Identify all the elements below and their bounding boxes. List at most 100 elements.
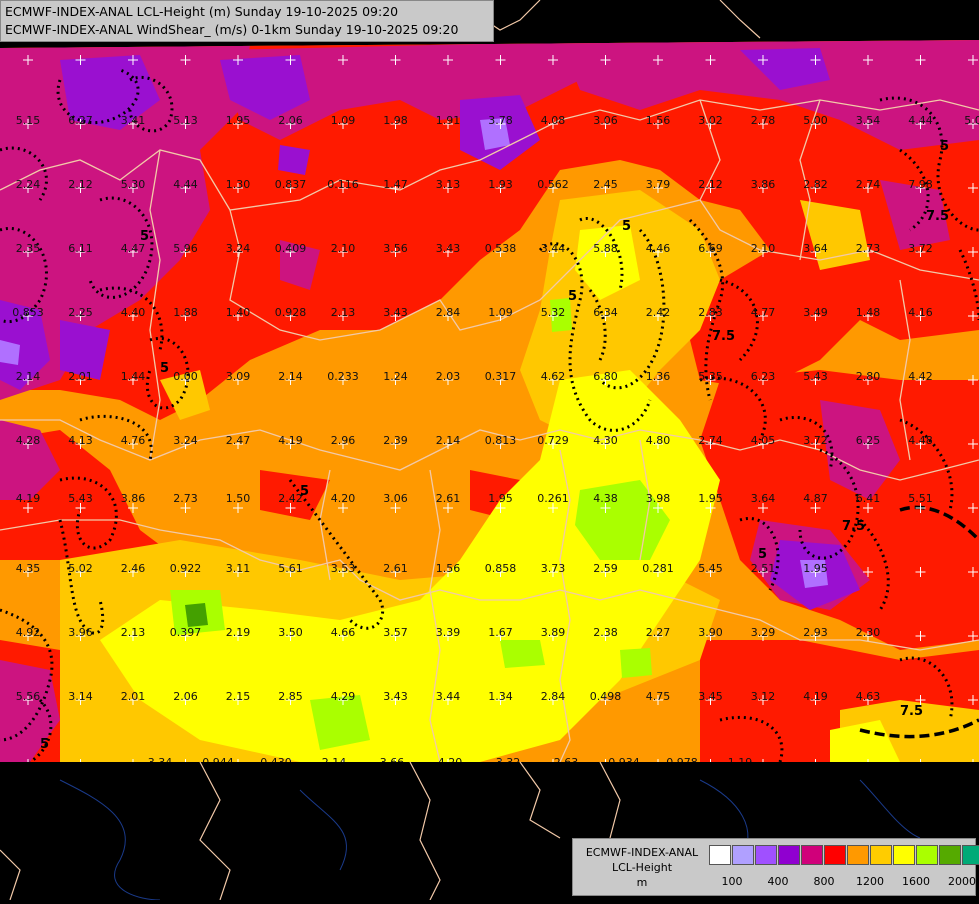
legend-unit: m bbox=[636, 876, 648, 889]
windshear-value: 5.0 bbox=[964, 114, 979, 127]
windshear-value: 3.96 bbox=[68, 626, 93, 639]
windshear-value: 4.19 bbox=[278, 434, 303, 447]
legend-swatch bbox=[755, 845, 777, 865]
windshear-value: 4.44 bbox=[908, 114, 933, 127]
windshear-value: 3.13 bbox=[436, 178, 461, 191]
field-dark-green bbox=[185, 603, 208, 627]
windshear-value: 1.56 bbox=[436, 562, 461, 575]
windshear-value: 2.06 bbox=[173, 690, 198, 703]
windshear-value: 3.24 bbox=[173, 434, 198, 447]
windshear-value: 2.01 bbox=[121, 690, 146, 703]
windshear-value: 0.261 bbox=[537, 492, 569, 505]
windshear-value: 4.05 bbox=[751, 434, 776, 447]
windshear-value: 4.47 bbox=[121, 242, 146, 255]
windshear-value: 5.32 bbox=[541, 306, 566, 319]
legend-swatch bbox=[732, 845, 754, 865]
windshear-value: 1.95 bbox=[698, 492, 723, 505]
legend-swatch bbox=[962, 845, 979, 865]
windshear-value: 2.73 bbox=[173, 492, 198, 505]
title-line-windshear: ECMWF-INDEX-ANAL WindShear_ (m/s) 0-1km … bbox=[5, 22, 459, 37]
contour-label: 5 bbox=[568, 289, 577, 304]
legend-tick: 100 bbox=[721, 875, 743, 888]
windshear-value: 7.98 bbox=[908, 178, 933, 191]
legend-variable: LCL-Height bbox=[611, 861, 673, 874]
windshear-value: 5.00 bbox=[803, 114, 828, 127]
windshear-value: 2.74 bbox=[698, 434, 723, 447]
windshear-value: 2.27 bbox=[646, 626, 671, 639]
windshear-value: 4.48 bbox=[908, 434, 933, 447]
contour-label: 7.5 bbox=[926, 209, 949, 224]
windshear-value: 2.61 bbox=[436, 492, 461, 505]
windshear-value: 3.56 bbox=[383, 242, 408, 255]
windshear-value: 4.46 bbox=[646, 242, 671, 255]
windshear-value: 1.34 bbox=[488, 690, 513, 703]
windshear-value: 4.92 bbox=[16, 626, 41, 639]
windshear-value: 3.49 bbox=[803, 306, 828, 319]
windshear-value: 2.12 bbox=[698, 178, 723, 191]
windshear-value: 3.72 bbox=[908, 242, 933, 255]
windshear-value: 2.03 bbox=[436, 370, 461, 383]
windshear-value: 2.46 bbox=[121, 562, 146, 575]
windshear-value: 4.16 bbox=[908, 306, 933, 319]
windshear-value: 5.61 bbox=[278, 562, 303, 575]
windshear-value: 0.858 bbox=[485, 562, 517, 575]
windshear-value: 4.29 bbox=[331, 690, 356, 703]
windshear-value: 1.95 bbox=[226, 114, 251, 127]
windshear-value: 4.76 bbox=[121, 434, 146, 447]
windshear-value: 6.41 bbox=[856, 492, 881, 505]
windshear-value: 3.11 bbox=[226, 562, 251, 575]
windshear-value: 2.35 bbox=[16, 242, 41, 255]
windshear-value: 3.06 bbox=[593, 114, 618, 127]
windshear-value: 2.93 bbox=[803, 626, 828, 639]
windshear-value: 4.13 bbox=[68, 434, 93, 447]
windshear-value: 0.397 bbox=[170, 626, 202, 639]
windshear-value: 4.20 bbox=[331, 492, 356, 505]
windshear-value: 0.233 bbox=[327, 370, 359, 383]
windshear-value: 4.75 bbox=[646, 690, 671, 703]
windshear-value: 5.96 bbox=[173, 242, 198, 255]
windshear-value: 3.24 bbox=[226, 242, 251, 255]
windshear-value: 0.813 bbox=[485, 434, 517, 447]
windshear-value: 5.51 bbox=[908, 492, 933, 505]
windshear-value: 2.82 bbox=[803, 178, 828, 191]
windshear-value: 2.42 bbox=[646, 306, 671, 319]
windshear-value: 1.36 bbox=[646, 370, 671, 383]
windshear-value: 3.29 bbox=[751, 626, 776, 639]
windshear-value: 2.13 bbox=[331, 306, 356, 319]
windshear-value: 1.98 bbox=[383, 114, 408, 127]
windshear-value: 1.88 bbox=[173, 306, 198, 319]
windshear-value: 1.44 bbox=[121, 370, 146, 383]
windshear-value: 6.25 bbox=[856, 434, 881, 447]
windshear-value: 2.12 bbox=[68, 178, 93, 191]
windshear-value: 3.98 bbox=[646, 492, 671, 505]
windshear-value: 2.84 bbox=[541, 690, 566, 703]
windshear-value: 2.96 bbox=[331, 434, 356, 447]
windshear-value: 1.93 bbox=[488, 178, 513, 191]
windshear-value: 3.50 bbox=[278, 626, 303, 639]
windshear-value: 2.80 bbox=[856, 370, 881, 383]
windshear-value: 4.44 bbox=[173, 178, 198, 191]
windshear-value: 6.11 bbox=[68, 242, 93, 255]
windshear-value: 2.42 bbox=[278, 492, 303, 505]
contour-label: 7.5 bbox=[842, 519, 865, 534]
windshear-value: 3.39 bbox=[436, 626, 461, 639]
windshear-value: 2.45 bbox=[593, 178, 618, 191]
legend-ticks: 100 400 800 1200 1600 2000 bbox=[709, 875, 979, 891]
contour-label: 7.5 bbox=[712, 329, 735, 344]
windshear-value: 1.67 bbox=[488, 626, 513, 639]
windshear-value: 3.72 bbox=[803, 434, 828, 447]
contour-label: 7.5 bbox=[900, 704, 923, 719]
windshear-value: 4.77 bbox=[751, 306, 776, 319]
windshear-value: 3.12 bbox=[751, 690, 776, 703]
windshear-value: 2.15 bbox=[226, 690, 251, 703]
windshear-value: 2.06 bbox=[278, 114, 303, 127]
windshear-value: 3.54 bbox=[856, 114, 881, 127]
windshear-value: 3.73 bbox=[541, 562, 566, 575]
legend-tick: 1600 bbox=[902, 875, 930, 888]
windshear-value: 2.84 bbox=[436, 306, 461, 319]
windshear-value: 4.28 bbox=[16, 434, 41, 447]
contour-label: 5 bbox=[160, 361, 169, 376]
contour-label: 5 bbox=[758, 547, 767, 562]
windshear-value: 4.42 bbox=[908, 370, 933, 383]
windshear-value: 1.24 bbox=[383, 370, 408, 383]
